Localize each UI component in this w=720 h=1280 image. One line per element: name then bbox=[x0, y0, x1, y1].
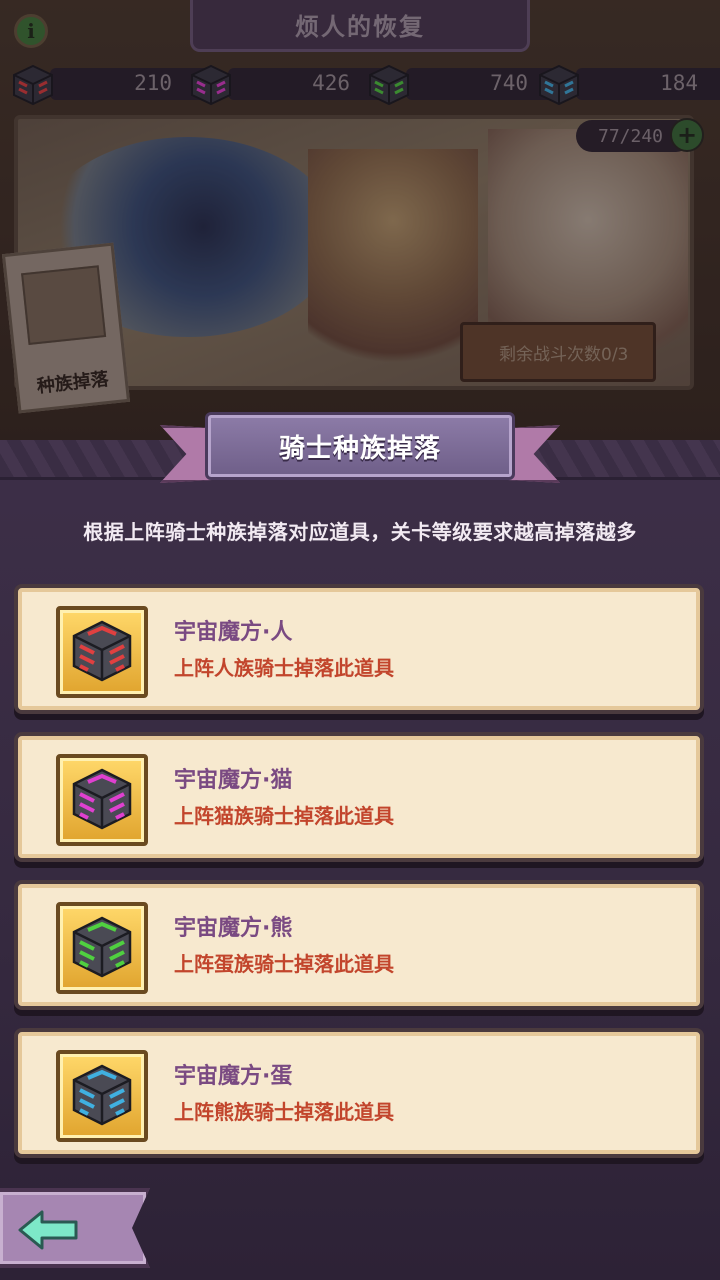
cube-human-icon bbox=[72, 620, 132, 682]
item-description: 上阵人族骑士掉落此道具 bbox=[174, 656, 394, 680]
item-slot bbox=[56, 902, 148, 994]
stage-title: 烦人的恢复 bbox=[190, 0, 530, 52]
resource-human: 210 bbox=[50, 68, 210, 100]
cube-cat-icon bbox=[72, 768, 132, 830]
item-description: 上阵蛋族骑士掉落此道具 bbox=[174, 952, 394, 976]
item-slot bbox=[56, 606, 148, 698]
resource-bar: 210 426 740 184 bbox=[0, 62, 720, 108]
cube-egg-icon bbox=[72, 1064, 132, 1126]
resource-egg: 184 bbox=[576, 68, 720, 100]
item-description: 上阵熊族骑士掉落此道具 bbox=[174, 1100, 394, 1124]
item-slot bbox=[56, 754, 148, 846]
battles-remaining-text: 剩余战斗次数0/3 bbox=[499, 344, 629, 365]
cube-bear-icon bbox=[72, 916, 132, 978]
resource-human-value: 210 bbox=[134, 71, 172, 95]
race-drop-poster[interactable]: 种族掉落 bbox=[1, 242, 131, 414]
panel-title-text: 骑士种族掉落 bbox=[278, 433, 441, 464]
cube-cat-icon bbox=[191, 64, 231, 106]
cube-egg-icon bbox=[539, 64, 579, 106]
item-description: 上阵猫族骑士掉落此道具 bbox=[174, 804, 394, 828]
resource-cat-value: 426 bbox=[312, 71, 350, 95]
drop-item-card[interactable]: 宇宙魔方·人 上阵人族骑士掉落此道具 bbox=[14, 584, 704, 714]
resource-egg-value: 184 bbox=[660, 71, 698, 95]
panel-title: 骑士种族掉落 bbox=[205, 412, 515, 480]
background-scene: 烦人的恢复 i 210 426 740 184 77/240 + 剩余战斗次数0… bbox=[0, 0, 720, 450]
info-icon[interactable]: i bbox=[14, 14, 48, 48]
battles-remaining: 剩余战斗次数0/3 bbox=[460, 322, 656, 382]
item-title: 宇宙魔方·蛋 bbox=[174, 1064, 293, 1089]
item-title: 宇宙魔方·熊 bbox=[174, 916, 293, 941]
hero-character-image bbox=[308, 149, 478, 386]
drop-item-card[interactable]: 宇宙魔方·蛋 上阵熊族骑士掉落此道具 bbox=[14, 1028, 704, 1158]
cube-bear-icon bbox=[369, 64, 409, 106]
poster-label: 种族掉落 bbox=[35, 368, 110, 398]
back-button[interactable] bbox=[0, 1188, 150, 1268]
back-arrow-icon bbox=[18, 1210, 78, 1250]
drop-item-card[interactable]: 宇宙魔方·猫 上阵猫族骑士掉落此道具 bbox=[14, 732, 704, 862]
poster-portrait bbox=[21, 265, 107, 346]
resource-cat: 426 bbox=[228, 68, 388, 100]
drop-item-card[interactable]: 宇宙魔方·熊 上阵蛋族骑士掉落此道具 bbox=[14, 880, 704, 1010]
item-slot bbox=[56, 1050, 148, 1142]
resource-bear-value: 740 bbox=[490, 71, 528, 95]
panel-description: 根据上阵骑士种族掉落对应道具，关卡等级要求越高掉落越多 bbox=[83, 520, 637, 544]
add-stamina-button[interactable]: + bbox=[670, 118, 704, 152]
cube-human-icon bbox=[13, 64, 53, 106]
item-title: 宇宙魔方·猫 bbox=[174, 768, 293, 793]
stage-title-text: 烦人的恢复 bbox=[295, 13, 425, 41]
item-title: 宇宙魔方·人 bbox=[174, 620, 293, 645]
